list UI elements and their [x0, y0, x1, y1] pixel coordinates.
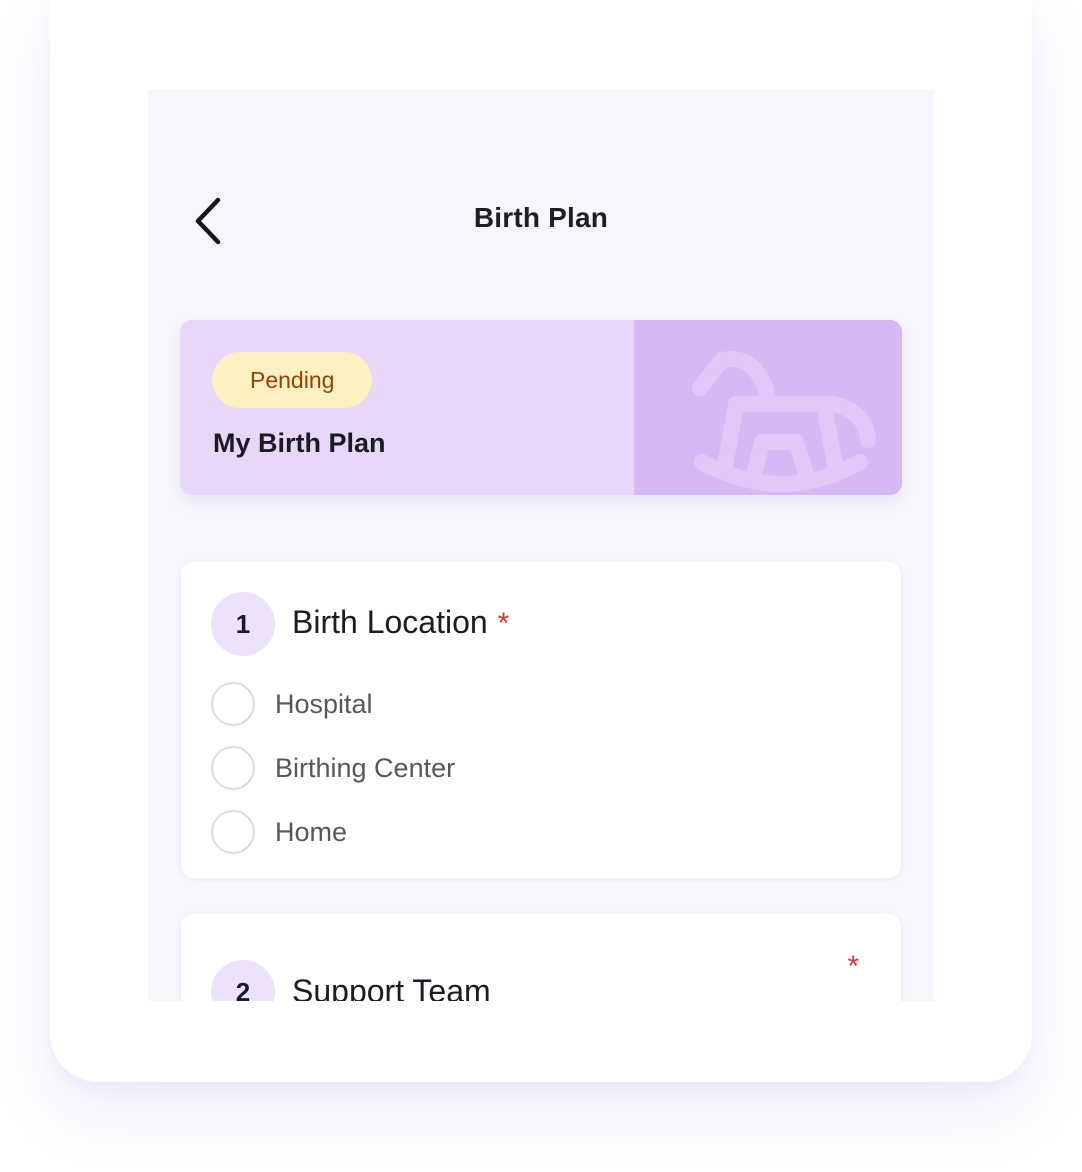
section-birth-location: 1 Birth Location * Hospital Birthing Cent…: [181, 562, 901, 878]
radio-button[interactable]: [211, 746, 255, 790]
section-title-text: Support Team: [292, 973, 491, 1001]
option-birthing-center[interactable]: Birthing Center: [211, 736, 455, 800]
required-asterisk: *: [497, 607, 510, 640]
birth-plan-card[interactable]: Pending My Birth Plan: [180, 320, 902, 495]
step-number-badge: 1: [211, 592, 275, 656]
option-label: Home: [275, 816, 348, 847]
plan-illustration: [634, 320, 902, 495]
option-label: Birthing Center: [275, 752, 456, 783]
plan-name: My Birth Plan: [213, 428, 386, 458]
section-title: Birth Location *: [292, 604, 509, 641]
birth-location-options: Hospital Birthing Center Home: [211, 672, 455, 864]
radio-button[interactable]: [211, 682, 255, 726]
section-support-team: * 2 Support Team: [181, 914, 901, 1001]
section-title: Support Team: [292, 973, 491, 1001]
status-badge: Pending: [212, 352, 373, 408]
option-label: Hospital: [275, 688, 373, 719]
required-asterisk: *: [847, 950, 859, 983]
option-home[interactable]: Home: [211, 800, 455, 864]
rocking-horse-icon: [692, 351, 876, 492]
option-hospital[interactable]: Hospital: [211, 672, 455, 736]
section-title-text: Birth Location: [292, 604, 488, 640]
radio-button[interactable]: [211, 810, 255, 854]
step-number-badge: 2: [211, 960, 275, 1001]
app-screen: Birth Plan Pending My Birth Plan 1 Birth…: [148, 90, 934, 1001]
page-title: Birth Plan: [473, 202, 609, 233]
